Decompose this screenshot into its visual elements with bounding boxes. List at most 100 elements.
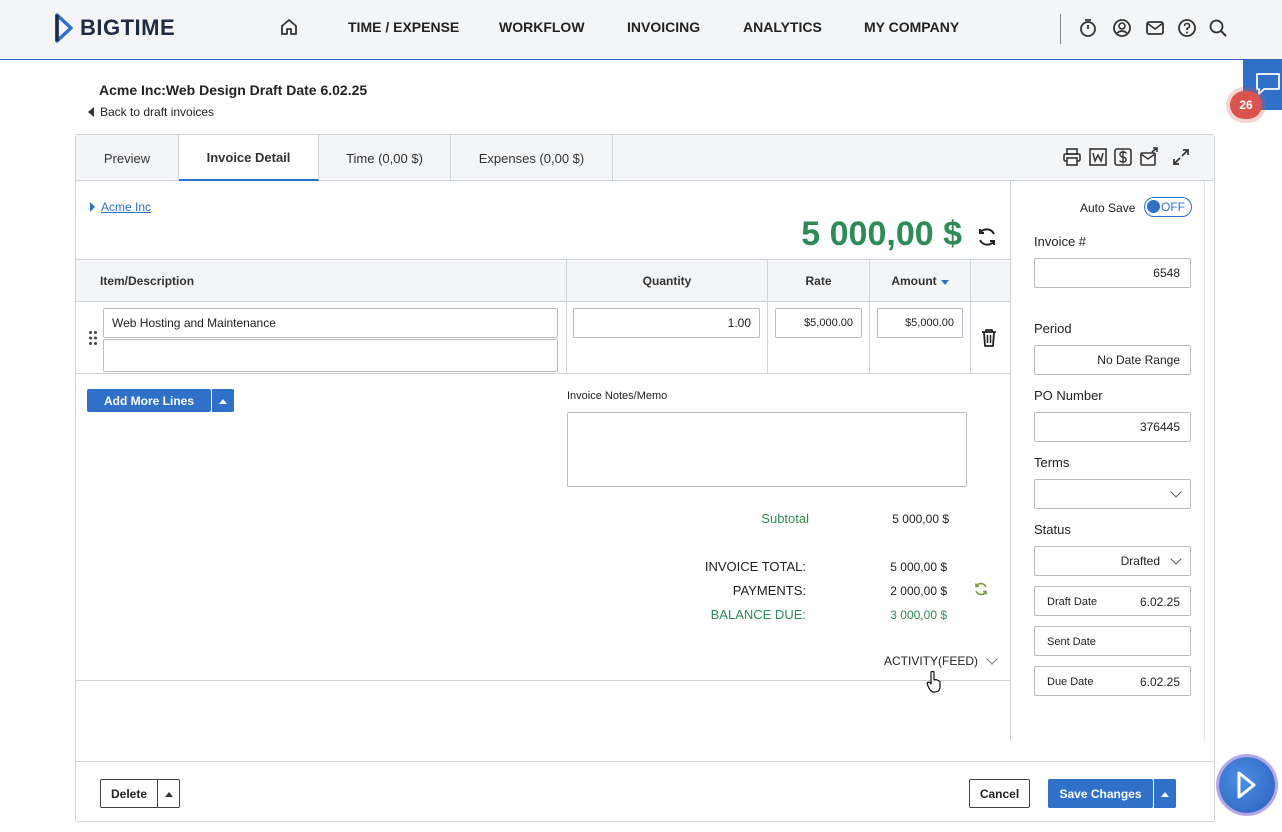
nav-my-company[interactable]: MY COMPANY: [864, 19, 959, 35]
payments-value: 2 000,00 $: [890, 584, 947, 598]
tab-time[interactable]: Time (0,00 $): [319, 135, 451, 181]
mouse-cursor-icon: [926, 670, 941, 693]
cancel-button[interactable]: Cancel: [969, 779, 1030, 808]
header-amount[interactable]: Amount: [870, 260, 970, 302]
invoice-total-value: 5 000,00 $: [890, 560, 947, 574]
logo-text: BIGTIME: [80, 15, 176, 40]
invoice-number-label: Invoice #: [1034, 234, 1087, 249]
drag-handle-icon[interactable]: [88, 330, 98, 346]
tab-expenses[interactable]: Expenses (0,00 $): [451, 135, 613, 181]
add-more-lines-button[interactable]: Add More Lines: [87, 389, 211, 412]
save-dropdown-button[interactable]: [1153, 779, 1176, 808]
balance-due-value: 3 000,00 $: [890, 608, 947, 622]
chevron-down-icon: [1170, 486, 1182, 498]
footer-divider: [76, 761, 1214, 762]
chevron-down-icon: [986, 653, 998, 665]
chevron-down-icon: [1170, 553, 1182, 565]
invoice-notes-label: Invoice Notes/Memo: [567, 390, 668, 402]
activity-feed-toggle[interactable]: ACTIVITY(FEED): [884, 653, 998, 668]
top-navigation-bar: BIGTIME TIME / EXPENSE WORKFLOW INVOICIN…: [0, 0, 1282, 60]
client-link[interactable]: Acme Inc: [90, 200, 151, 214]
delete-button[interactable]: Delete: [100, 779, 158, 808]
timer-icon[interactable]: [1078, 18, 1098, 38]
period-input[interactable]: No Date Range: [1034, 345, 1191, 375]
refresh-payments-icon[interactable]: [974, 582, 988, 596]
caret-up-icon: [164, 791, 173, 797]
scrollbar-track[interactable]: [1204, 181, 1205, 741]
due-date-label: Due Date: [1047, 676, 1094, 688]
page-title: Acme Inc:Web Design Draft Date 6.02.25: [99, 82, 368, 98]
toggle-state: OFF: [1161, 200, 1185, 214]
subtotal-label: Subtotal: [761, 511, 809, 526]
caret-up-icon: [219, 398, 227, 404]
nav-workflow[interactable]: WORKFLOW: [499, 19, 585, 35]
item-description-input[interactable]: Web Hosting and Maintenance: [103, 308, 558, 338]
quantity-input[interactable]: 1.00: [573, 308, 760, 338]
client-name: Acme Inc: [101, 200, 152, 214]
activity-feed-label: ACTIVITY(FEED): [884, 654, 979, 668]
draft-date-value: 6.02.25: [1139, 595, 1180, 609]
bigtime-logo[interactable]: BIGTIME: [54, 12, 175, 44]
subtotal-value: 5 000,00 $: [892, 512, 949, 526]
invoice-total-display: 5 000,00 $: [801, 215, 962, 253]
draft-date-field[interactable]: Draft Date 6.02.25: [1034, 586, 1191, 616]
autosave-label: Auto Save: [1080, 201, 1136, 215]
payment-icon[interactable]: [1113, 147, 1133, 167]
chat-icon: [1256, 73, 1280, 95]
back-to-drafts-link[interactable]: Back to draft invoices: [88, 105, 214, 119]
tab-invoice-detail[interactable]: Invoice Detail: [179, 135, 319, 181]
terms-label: Terms: [1034, 455, 1070, 470]
home-icon[interactable]: [279, 17, 299, 37]
nav-time-expense[interactable]: TIME / EXPENSE: [348, 19, 459, 35]
autosave-toggle[interactable]: OFF: [1144, 197, 1192, 217]
status-label: Status: [1034, 522, 1071, 537]
nav-invoicing[interactable]: INVOICING: [627, 19, 700, 35]
assistant-launcher-button[interactable]: [1219, 757, 1275, 813]
save-changes-button[interactable]: Save Changes: [1048, 779, 1153, 808]
add-lines-dropdown-button[interactable]: [211, 389, 234, 412]
po-number-input[interactable]: 376445: [1034, 412, 1191, 442]
search-icon[interactable]: [1208, 18, 1228, 38]
draft-date-label: Draft Date: [1047, 596, 1098, 608]
po-number-label: PO Number: [1034, 388, 1103, 403]
caret-up-icon: [1161, 791, 1169, 797]
delete-dropdown-button[interactable]: [157, 779, 180, 808]
word-export-icon[interactable]: [1088, 147, 1108, 167]
sidebar-divider: [1010, 181, 1011, 741]
due-date-field[interactable]: Due Date 6.02.25: [1034, 666, 1191, 696]
sent-date-label: Sent Date: [1047, 636, 1096, 648]
help-icon[interactable]: [1177, 18, 1197, 38]
toggle-knob: [1147, 200, 1160, 213]
period-label: Period: [1034, 321, 1072, 336]
header-amount-label: Amount: [891, 274, 937, 288]
bigtime-logo-icon: [55, 13, 73, 43]
nav-divider: [1060, 14, 1061, 44]
item-description-extra-input[interactable]: [103, 339, 558, 372]
terms-select[interactable]: [1034, 479, 1191, 509]
expand-icon[interactable]: [1171, 147, 1191, 167]
user-profile-icon[interactable]: [1112, 18, 1132, 38]
send-email-icon[interactable]: [1139, 147, 1159, 167]
due-date-value: 6.02.25: [1139, 675, 1180, 689]
nav-analytics[interactable]: ANALYTICS: [743, 19, 822, 35]
invoice-tabs: Preview Invoice Detail Time (0,00 $) Exp…: [76, 135, 1214, 181]
notification-badge[interactable]: 26: [1230, 91, 1262, 119]
tab-preview[interactable]: Preview: [76, 135, 179, 181]
status-value: Drafted: [1120, 554, 1160, 568]
balance-due-label: BALANCE DUE:: [710, 607, 806, 622]
sent-date-field[interactable]: Sent Date: [1034, 626, 1191, 656]
status-select[interactable]: Drafted: [1034, 546, 1191, 576]
expand-client-icon: [90, 202, 95, 212]
header-rate: Rate: [805, 274, 832, 288]
amount-input[interactable]: $5,000.00: [877, 308, 963, 338]
refresh-total-icon[interactable]: [976, 226, 998, 248]
bigtime-assistant-icon: [1237, 771, 1256, 799]
delete-line-icon[interactable]: [980, 328, 998, 348]
header-item-description: Item/Description: [100, 274, 195, 288]
mail-icon[interactable]: [1145, 18, 1165, 38]
invoice-number-input[interactable]: 6548: [1034, 258, 1191, 288]
print-icon[interactable]: [1062, 147, 1082, 167]
rate-input[interactable]: $5,000.00: [775, 308, 862, 338]
back-arrow-icon: [88, 107, 94, 117]
invoice-notes-input[interactable]: [567, 412, 967, 487]
